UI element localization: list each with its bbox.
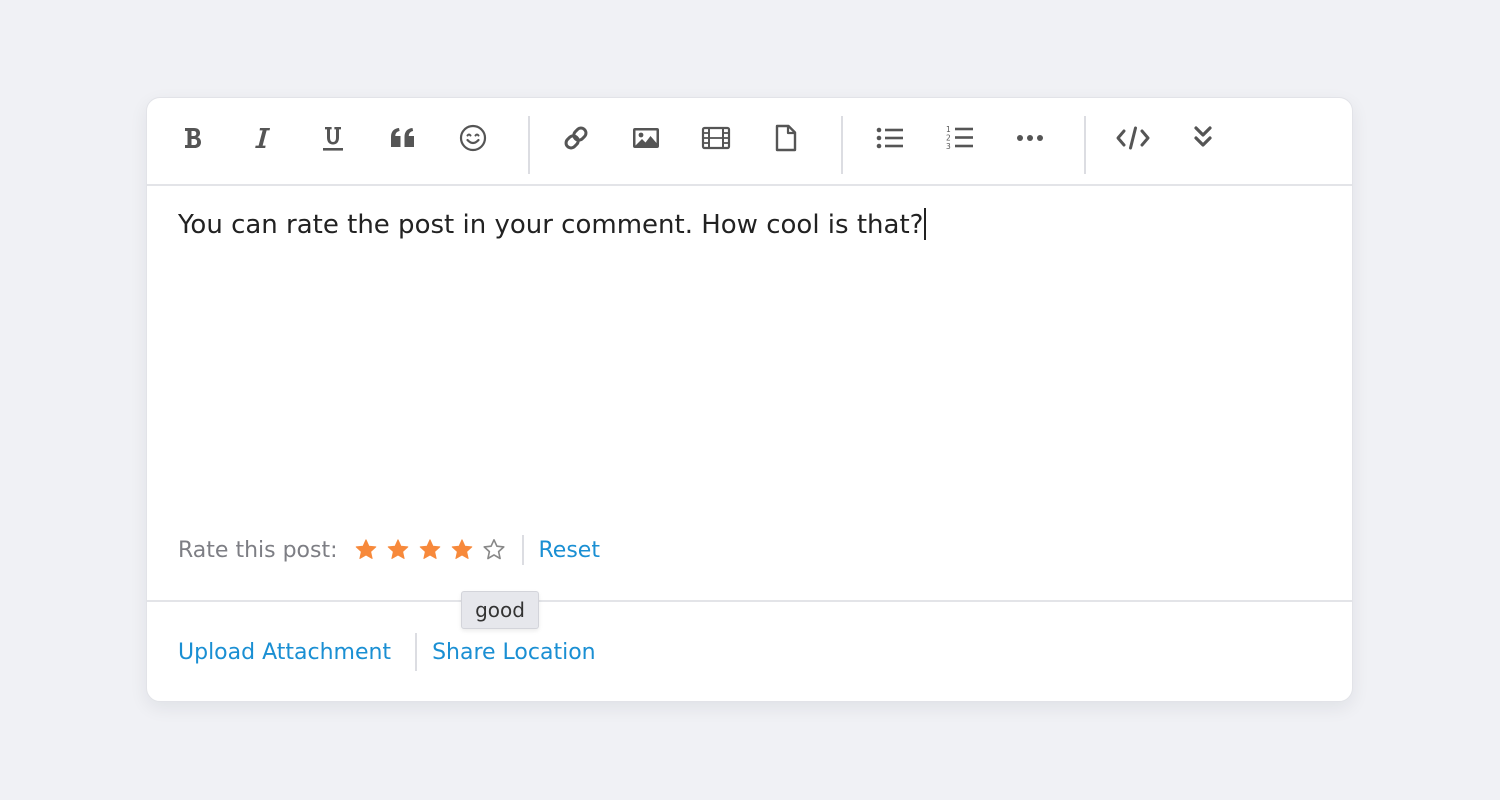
- editor-footer: Upload Attachment Share Location: [178, 632, 596, 672]
- star-filled-icon[interactable]: [446, 534, 478, 566]
- italic-button[interactable]: [239, 118, 287, 158]
- emoji-icon: [459, 124, 487, 152]
- reset-rating-link[interactable]: Reset: [539, 538, 600, 563]
- bold-icon: [180, 125, 206, 151]
- code-icon: [1115, 125, 1151, 151]
- star-empty-icon[interactable]: [478, 534, 510, 566]
- video-button[interactable]: [692, 118, 740, 158]
- expand-icon: [1190, 124, 1216, 152]
- comment-editor: 1 2 3 You can rate the post in your comm…: [146, 97, 1353, 702]
- underline-icon: [320, 124, 346, 152]
- file-icon: [773, 124, 799, 152]
- toolbar-separator: [528, 116, 530, 174]
- file-button[interactable]: [762, 118, 810, 158]
- image-icon: [631, 125, 661, 151]
- toolbar-separator: [841, 116, 843, 174]
- numbered-list-icon: 1 2 3: [945, 124, 975, 152]
- bulleted-list-icon: [875, 125, 905, 151]
- star-filled-icon[interactable]: [382, 534, 414, 566]
- editor-content: You can rate the post in your comment. H…: [178, 210, 924, 240]
- numbered-list-button[interactable]: 1 2 3: [936, 118, 984, 158]
- star-filled-icon[interactable]: [414, 534, 446, 566]
- editor-toolbar: 1 2 3: [147, 98, 1352, 186]
- rating-tooltip: good: [461, 591, 539, 629]
- link-button[interactable]: [552, 118, 600, 158]
- upload-attachment-link[interactable]: Upload Attachment: [178, 640, 391, 665]
- quote-icon: [389, 125, 417, 151]
- bulleted-list-button[interactable]: [866, 118, 914, 158]
- post-rating: Rate this post: Reset: [178, 530, 600, 570]
- rating-label: Rate this post:: [178, 537, 338, 563]
- image-button[interactable]: [622, 118, 670, 158]
- svg-text:3: 3: [946, 142, 951, 151]
- bold-button[interactable]: [169, 118, 217, 158]
- star-filled-icon[interactable]: [350, 534, 382, 566]
- more-icon: [1015, 125, 1045, 151]
- rating-separator: [521, 535, 524, 565]
- underline-button[interactable]: [309, 118, 357, 158]
- link-icon: [562, 124, 590, 152]
- code-button[interactable]: [1109, 118, 1157, 158]
- more-button[interactable]: [1006, 118, 1054, 158]
- toolbar-separator: [1084, 116, 1086, 174]
- rating-stars: [350, 534, 510, 566]
- footer-separator: [415, 633, 418, 671]
- quote-button[interactable]: [379, 118, 427, 158]
- text-caret: [924, 208, 927, 240]
- editor-text-area[interactable]: You can rate the post in your comment. H…: [178, 208, 1318, 508]
- share-location-link[interactable]: Share Location: [432, 640, 596, 665]
- expand-button[interactable]: [1179, 118, 1227, 158]
- italic-icon: [250, 125, 276, 151]
- emoji-button[interactable]: [449, 118, 497, 158]
- footer-divider: [147, 600, 1352, 602]
- video-icon: [701, 125, 731, 151]
